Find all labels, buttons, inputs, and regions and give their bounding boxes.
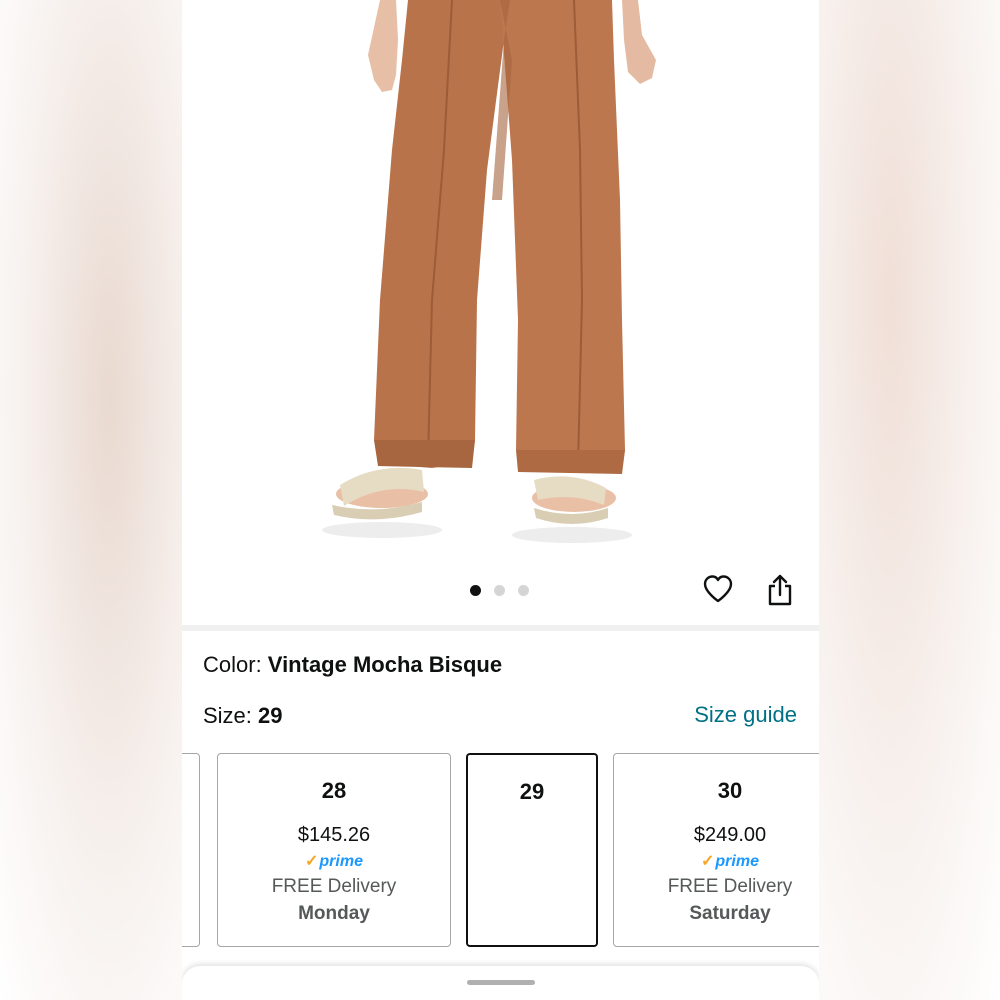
color-selection: Color: Vintage Mocha Bisque <box>203 652 502 678</box>
size-label: Size: <box>203 703 259 728</box>
size-option-label: 28 <box>321 778 347 803</box>
prime-badge: ✓prime <box>218 851 450 871</box>
size-value: 29 <box>258 703 283 728</box>
size-card[interactable]: 30 $249.00 ✓prime FREE Delivery Saturday <box>613 753 819 947</box>
check-icon: ✓ <box>701 853 715 870</box>
drag-handle[interactable] <box>467 980 535 985</box>
share-icon[interactable] <box>764 573 796 607</box>
size-card-partial[interactable] <box>182 753 200 947</box>
product-page: Color: Vintage Mocha Bisque Size: 29 Siz… <box>182 0 819 1000</box>
color-value: Vintage Mocha Bisque <box>267 652 503 677</box>
product-image[interactable] <box>182 0 819 545</box>
delivery-text: FREE Delivery <box>271 876 397 897</box>
heart-icon[interactable] <box>702 573 734 605</box>
background-right <box>818 0 1000 1000</box>
size-guide-link[interactable]: Size guide <box>694 702 797 728</box>
prime-badge: ✓prime <box>614 851 819 871</box>
background-left <box>0 0 182 1000</box>
prime-label: prime <box>319 853 363 870</box>
pagination-dot[interactable] <box>518 585 529 596</box>
size-option-price: $145.26 <box>297 824 371 846</box>
prime-label: prime <box>715 853 759 870</box>
size-card-selected[interactable]: 29 <box>466 753 598 947</box>
delivery-day: Saturday <box>689 903 771 924</box>
pagination-dot-active[interactable] <box>470 585 481 596</box>
color-label: Color: <box>203 652 268 677</box>
size-option-label: 30 <box>717 778 743 803</box>
image-pagination[interactable] <box>470 585 529 596</box>
delivery-day: Monday <box>298 903 370 924</box>
bottom-sheet[interactable] <box>182 966 819 1000</box>
size-card[interactable]: 28 $145.26 ✓prime FREE Delivery Monday <box>217 753 451 947</box>
gallery-bar <box>182 545 819 625</box>
delivery-text: FREE Delivery <box>667 876 793 897</box>
size-option-price: $249.00 <box>693 824 767 846</box>
pagination-dot[interactable] <box>494 585 505 596</box>
size-option-label: 29 <box>519 779 545 804</box>
check-icon: ✓ <box>305 853 319 870</box>
section-divider <box>182 625 819 631</box>
product-photo <box>322 0 656 543</box>
size-selection: Size: 29 <box>203 703 283 729</box>
